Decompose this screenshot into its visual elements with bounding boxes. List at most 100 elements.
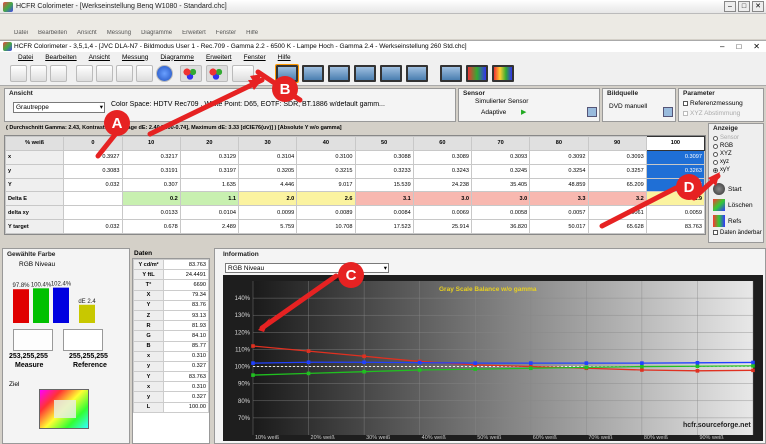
- grid-cell[interactable]: 0.3097: [645, 149, 706, 165]
- grid-header-cell[interactable]: 90: [587, 136, 647, 151]
- grid-cell[interactable]: 0.3088: [354, 149, 414, 165]
- grid-cell[interactable]: 2.489: [179, 219, 240, 234]
- grid-cell[interactable]: 0.2: [121, 191, 181, 207]
- grid-cell[interactable]: 0.3217: [121, 149, 181, 165]
- ansicht-select[interactable]: Grautreppe ▾: [13, 102, 105, 113]
- menu-item-bearbeiten[interactable]: Bearbeiten: [45, 54, 76, 61]
- rgb-chart-monitor-icon[interactable]: [466, 65, 488, 82]
- menu-item-ansicht[interactable]: Ansicht: [89, 54, 110, 61]
- measure-secondaries-icon[interactable]: [232, 65, 254, 82]
- anzeige-option-xyy[interactable]: xyY: [713, 167, 730, 173]
- save-icon[interactable]: [50, 65, 67, 82]
- grid-cell[interactable]: 65.628: [587, 219, 647, 234]
- grid-cell[interactable]: 0.0104: [179, 205, 240, 221]
- grid-cell[interactable]: 9.017: [296, 177, 356, 193]
- grid-cell[interactable]: 10.708: [296, 219, 356, 234]
- start-button[interactable]: Start: [713, 182, 761, 196]
- sensor-config-icon[interactable]: [587, 107, 597, 117]
- grid-header-cell[interactable]: 20: [179, 136, 240, 151]
- grid-cell[interactable]: 0.3129: [179, 149, 240, 165]
- gray-scale-chart[interactable]: 140% 130% 120% 110% 100% 90% 80% 70% 10% weiß 20%…: [223, 275, 763, 441]
- anzeige-option-rgb[interactable]: RGB: [713, 143, 733, 149]
- grid-cell[interactable]: 83.763: [645, 219, 706, 234]
- grid-cell[interactable]: [63, 205, 123, 221]
- grid-cell[interactable]: 0.0133: [121, 205, 181, 221]
- grid-header-cell[interactable]: 0: [63, 136, 123, 151]
- grid-cell[interactable]: 1.1: [179, 191, 240, 207]
- play-icon[interactable]: ▶: [521, 108, 526, 116]
- grid-cell[interactable]: 0.0061: [587, 205, 647, 221]
- grid-header-cell[interactable]: 60: [412, 136, 473, 151]
- grid-cell[interactable]: 0.0099: [237, 205, 298, 221]
- grid-cell[interactable]: 0.3257: [587, 163, 647, 179]
- menu-item-datei[interactable]: Datei: [18, 54, 33, 61]
- grid-cell[interactable]: 0.3191: [121, 163, 181, 179]
- deltae-chart-monitor-icon[interactable]: [406, 65, 428, 82]
- outer-maximize-button[interactable]: □: [738, 1, 750, 12]
- grid-cell[interactable]: 0.0069: [412, 205, 473, 221]
- menu-item-erweitert[interactable]: Erweitert: [206, 54, 232, 61]
- daten-aenderbar-checkbox[interactable]: Daten änderbar: [713, 230, 763, 236]
- grid-cell[interactable]: 0.3104: [237, 149, 298, 165]
- grid-cell[interactable]: 4.446: [237, 177, 298, 193]
- grid-cell[interactable]: 0.307: [121, 177, 181, 193]
- menu-item-fenster[interactable]: Fenster: [244, 54, 266, 61]
- paste-icon[interactable]: [116, 65, 133, 82]
- grid-cell[interactable]: 0.0089: [296, 205, 356, 221]
- minimize-button[interactable]: –: [720, 42, 724, 51]
- colortemp-chart-monitor-icon[interactable]: [380, 65, 402, 82]
- grid-cell[interactable]: 0.3089: [412, 149, 473, 165]
- grid-cell[interactable]: 0.0057: [529, 205, 589, 221]
- spectrum-chart-monitor-icon[interactable]: [492, 65, 514, 82]
- outer-menu-item[interactable]: Messung: [107, 30, 131, 39]
- referenzmessung-checkbox[interactable]: Referenzmessung: [683, 100, 743, 107]
- loeschen-button[interactable]: Löschen: [713, 198, 761, 212]
- grid-cell[interactable]: 0.678: [121, 219, 181, 234]
- grid-cell[interactable]: 0.3093: [470, 149, 531, 165]
- menu-item-hilfe[interactable]: Hilfe: [278, 54, 291, 61]
- grid-cell[interactable]: 15.539: [354, 177, 414, 193]
- grid-header-cell[interactable]: % weiß: [4, 136, 65, 151]
- grid-cell[interactable]: 3.0: [470, 191, 531, 207]
- outer-menu-item[interactable]: Erweitert: [182, 30, 206, 39]
- grid-cell[interactable]: 3.0: [412, 191, 473, 207]
- grid-header-cell[interactable]: 100: [645, 136, 706, 151]
- outer-menu-item[interactable]: Ansicht: [77, 30, 97, 39]
- outer-menu-item[interactable]: Hilfe: [246, 30, 258, 39]
- grid-cell[interactable]: 0.3092: [529, 149, 589, 165]
- measure-primaries-icon[interactable]: [206, 65, 228, 82]
- grid-cell[interactable]: 0.3197: [179, 163, 240, 179]
- grid-cell[interactable]: 0.3100: [296, 149, 356, 165]
- grid-cell[interactable]: 17.523: [354, 219, 414, 234]
- anzeige-option-sensor[interactable]: Sensor: [713, 135, 739, 141]
- menu-item-messung[interactable]: Messung: [122, 54, 148, 61]
- menu-item-diagramme[interactable]: Diagramme: [160, 54, 194, 61]
- grid-header-cell[interactable]: 50: [354, 136, 414, 151]
- grid-header-cell[interactable]: 40: [296, 136, 356, 151]
- grid-cell[interactable]: 0.3083: [63, 163, 123, 179]
- grid-cell[interactable]: 0.0084: [354, 205, 414, 221]
- maximize-button[interactable]: □: [736, 42, 741, 51]
- grid-cell[interactable]: 0.032: [63, 219, 123, 234]
- grid-cell[interactable]: 0.0058: [470, 205, 531, 221]
- grid-cell[interactable]: 2.0: [237, 191, 298, 207]
- grid-header-cell[interactable]: 70: [470, 136, 531, 151]
- grid-cell[interactable]: 65.209: [587, 177, 647, 193]
- outer-menu-item[interactable]: Datei: [14, 30, 28, 39]
- grid-cell[interactable]: 2.6: [296, 191, 356, 207]
- grid-cell[interactable]: 0.3243: [412, 163, 473, 179]
- outer-menu-item[interactable]: Fenster: [216, 30, 236, 39]
- grid-header-cell[interactable]: 80: [529, 136, 589, 151]
- luminance-chart-monitor-icon[interactable]: [328, 65, 350, 82]
- help-icon[interactable]: [156, 65, 173, 82]
- print-icon[interactable]: [136, 65, 153, 82]
- cut-icon[interactable]: [76, 65, 93, 82]
- grid-cell[interactable]: 3.2: [587, 191, 647, 207]
- grid-cell[interactable]: 0.3215: [296, 163, 356, 179]
- saturation-chart-monitor-icon[interactable]: [440, 65, 462, 82]
- grid-cell[interactable]: 0.3233: [354, 163, 414, 179]
- new-file-icon[interactable]: [10, 65, 27, 82]
- grid-cell[interactable]: 24.238: [412, 177, 473, 193]
- grid-cell[interactable]: 3.1: [354, 191, 414, 207]
- grid-cell[interactable]: 48.859: [529, 177, 589, 193]
